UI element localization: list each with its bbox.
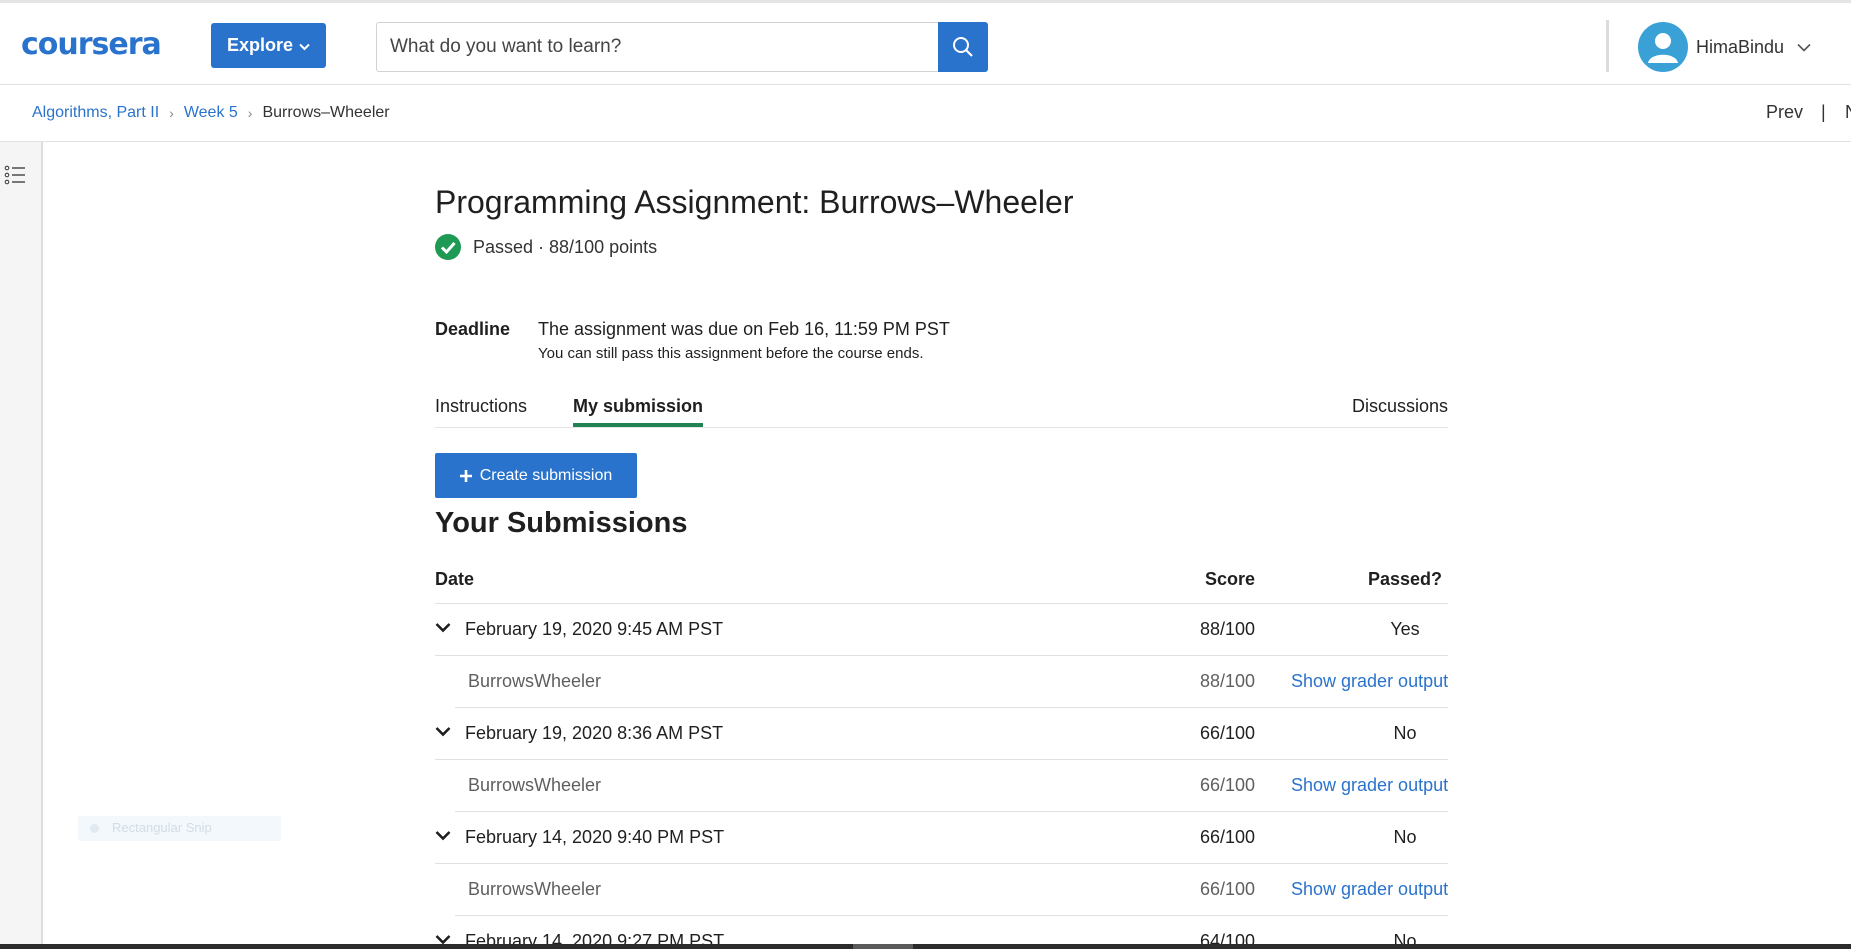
snip-tooltip: Rectangular Snip [78, 816, 281, 841]
status-text: Passed · 88/100 points [473, 236, 658, 257]
show-grader-output-link[interactable]: Show grader output [1291, 879, 1448, 900]
breadcrumb-course[interactable]: Algorithms, Part II [32, 104, 159, 122]
header-date: Date [435, 569, 475, 589]
explore-button[interactable]: Explore [211, 23, 326, 68]
deadline-text: The assignment was due on Feb 16, 11:59 … [538, 319, 950, 339]
search-placeholder: What do you want to learn? [390, 36, 622, 57]
deadline-label: Deadline [435, 319, 511, 339]
table-header: Date Score Passed? [435, 555, 1448, 604]
header-passed: Passed? [1367, 569, 1443, 589]
breadcrumb-week[interactable]: Week 5 [184, 104, 238, 122]
header-score: Score [1204, 569, 1255, 589]
search-input[interactable]: What do you want to learn? [376, 22, 939, 72]
os-taskbar [0, 944, 1851, 949]
tab-discussions[interactable]: Discussions [1352, 396, 1448, 417]
search-button[interactable] [938, 22, 988, 72]
user-icon [1648, 33, 1678, 63]
submission-passed: Yes [1390, 619, 1420, 639]
submission-score: 66/100 [1199, 827, 1255, 847]
next-link[interactable]: N [1845, 102, 1851, 123]
table-row[interactable]: February 19, 2020 9:45 AM PST 88/100 Yes [435, 604, 1448, 656]
snip-tooltip-label: Rectangular Snip [112, 820, 212, 835]
submission-score: 88/100 [1199, 619, 1255, 639]
submission-passed: No [1393, 827, 1417, 847]
coursera-logo[interactable]: coursera [21, 27, 162, 62]
table-subrow: BurrowsWheeler 88/100 Show grader output [455, 656, 1448, 708]
chevron-down-icon[interactable] [435, 726, 451, 737]
left-rail [0, 142, 43, 949]
show-grader-output-link[interactable]: Show grader output [1291, 671, 1448, 692]
nav-separator: | [1821, 102, 1826, 122]
tab-instructions[interactable]: Instructions [435, 396, 527, 417]
table-row[interactable]: February 14, 2020 9:40 PM PST 66/100 No [435, 812, 1448, 864]
menu-list-icon[interactable] [4, 164, 26, 186]
table-subrow: BurrowsWheeler 66/100 Show grader output [455, 760, 1448, 812]
part-score: 88/100 [1199, 671, 1255, 691]
submission-date: February 14, 2020 9:40 PM PST [465, 827, 725, 847]
submissions-title: Your Submissions [435, 507, 688, 539]
site-header: coursera Explore What do you want to lea… [0, 3, 1851, 85]
check-circle-icon [435, 234, 461, 260]
create-submission-button[interactable]: Create submission [435, 453, 637, 498]
part-score: 66/100 [1199, 879, 1255, 899]
user-avatar[interactable] [1638, 22, 1688, 72]
table-row[interactable]: February 19, 2020 8:36 AM PST 66/100 No [435, 708, 1448, 760]
breadcrumb-current: Burrows–Wheeler [262, 104, 390, 121]
part-name: BurrowsWheeler [468, 879, 602, 899]
header-divider [1606, 20, 1609, 72]
search-icon [953, 37, 973, 57]
plus-icon [459, 469, 472, 482]
snip-icon [90, 824, 99, 833]
chevron-down-icon[interactable] [435, 830, 451, 841]
assignment-tabs: Instructions My submission Discussions [435, 392, 1448, 428]
page-title: Programming Assignment: Burrows–Wheeler [435, 184, 1074, 220]
breadcrumb: Algorithms, Part II › Week 5 › Burrows–W… [32, 104, 390, 122]
chevron-right-icon: › [247, 105, 253, 121]
submission-date: February 19, 2020 9:45 AM PST [465, 619, 724, 639]
create-submission-label: Create submission [479, 466, 613, 484]
active-tab-indicator [573, 423, 703, 427]
chevron-down-icon[interactable] [435, 622, 451, 633]
submission-passed: No [1393, 723, 1417, 743]
submission-date: February 19, 2020 8:36 AM PST [465, 723, 724, 743]
taskbar-item[interactable] [853, 944, 913, 949]
tab-my-submission[interactable]: My submission [573, 396, 703, 417]
chevron-down-icon[interactable] [1797, 43, 1811, 52]
part-score: 66/100 [1199, 775, 1255, 795]
submission-score: 66/100 [1199, 723, 1255, 743]
submissions-table: Date Score Passed? February 19, 2020 9:4… [435, 555, 1448, 949]
status-row: Passed · 88/100 points [435, 234, 657, 260]
chevron-down-icon [299, 43, 310, 50]
explore-label: Explore [226, 35, 294, 55]
part-name: BurrowsWheeler [468, 775, 602, 795]
part-name: BurrowsWheeler [468, 671, 602, 691]
chevron-right-icon: › [169, 105, 174, 121]
user-name[interactable]: HimaBindu [1696, 37, 1784, 58]
show-grader-output-link[interactable]: Show grader output [1291, 775, 1448, 796]
prev-link[interactable]: Prev [1766, 102, 1803, 123]
breadcrumb-bar: Algorithms, Part II › Week 5 › Burrows–W… [0, 86, 1851, 142]
deadline-subtext: You can still pass this assignment befor… [538, 345, 924, 362]
table-subrow: BurrowsWheeler 66/100 Show grader output [455, 864, 1448, 916]
